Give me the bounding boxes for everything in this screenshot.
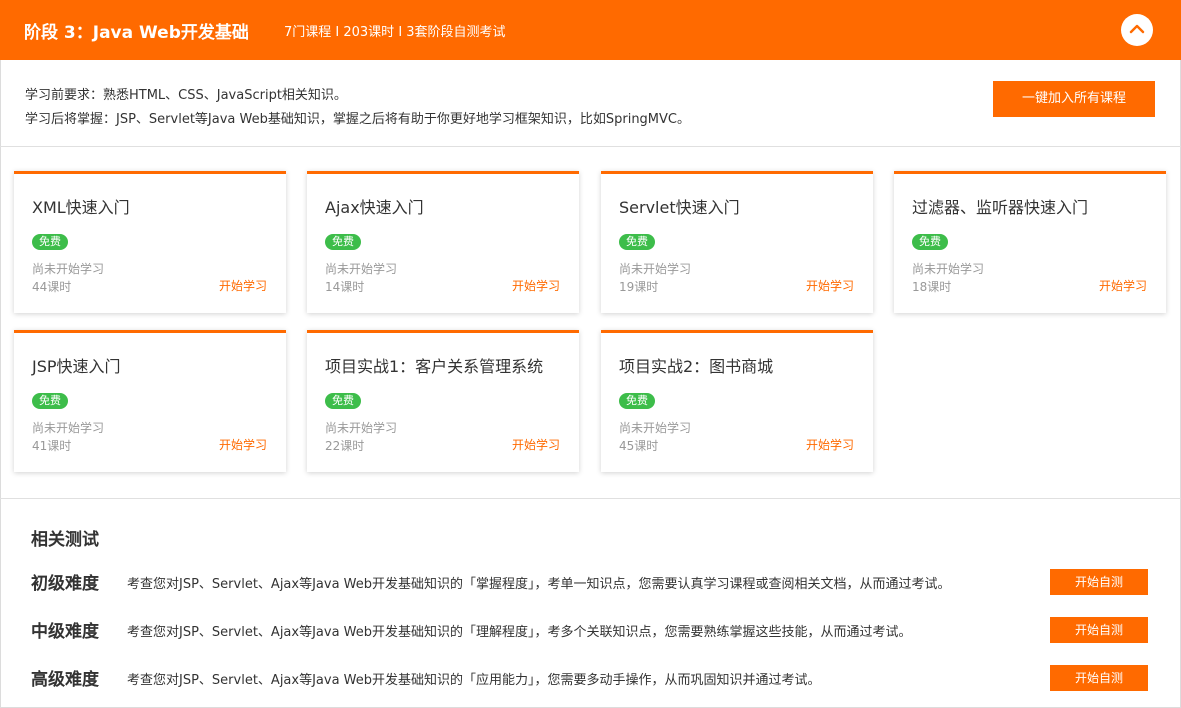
course-card[interactable]: Servlet快速入门 免费 尚未开始学习 19课时 开始学习 xyxy=(601,171,873,313)
course-card[interactable]: Ajax快速入门 免费 尚未开始学习 14课时 开始学习 xyxy=(307,171,579,313)
start-self-test-button[interactable]: 开始自测 xyxy=(1050,617,1148,643)
course-title[interactable]: XML快速入门 xyxy=(32,194,130,218)
course-hours: 41课时 xyxy=(32,439,72,453)
free-badge: 免费 xyxy=(912,234,948,250)
test-level: 初级难度 xyxy=(31,574,99,594)
tests-heading: 相关测试 xyxy=(31,530,99,550)
start-learning-link[interactable]: 开始学习 xyxy=(219,277,267,294)
course-hours: 18课时 xyxy=(912,280,952,294)
course-status: 尚未开始学习 xyxy=(325,262,398,276)
course-title[interactable]: Servlet快速入门 xyxy=(619,194,740,218)
test-level: 中级难度 xyxy=(31,622,99,642)
start-learning-link[interactable]: 开始学习 xyxy=(512,277,560,294)
stage-header: 阶段 3：Java Web开发基础 7门课程 I 203课时 I 3套阶段自测考… xyxy=(0,0,1181,60)
start-learning-link[interactable]: 开始学习 xyxy=(512,436,560,453)
test-description: 考查您对JSP、Servlet、Ajax等Java Web开发基础知识的「应用能… xyxy=(127,673,821,688)
stage-intro: 学习前要求：熟悉HTML、CSS、JavaScript相关知识。 学习后将掌握：… xyxy=(0,60,1181,147)
test-row-intermediate: 中级难度 考查您对JSP、Servlet、Ajax等Java Web开发基础知识… xyxy=(0,615,1181,645)
start-self-test-button[interactable]: 开始自测 xyxy=(1050,569,1148,595)
course-card[interactable]: JSP快速入门 免费 尚未开始学习 41课时 开始学习 xyxy=(14,330,286,472)
course-title[interactable]: 项目实战1：客户关系管理系统 xyxy=(325,353,543,377)
course-title[interactable]: Ajax快速入门 xyxy=(325,194,424,218)
outcome-text: 学习后将掌握：JSP、Servlet等Java Web基础知识，掌握之后将有助于… xyxy=(25,112,690,127)
course-hours: 45课时 xyxy=(619,439,659,453)
course-status: 尚未开始学习 xyxy=(325,421,398,435)
test-description: 考查您对JSP、Servlet、Ajax等Java Web开发基础知识的「掌握程… xyxy=(127,577,951,592)
related-tests-section: 相关测试 初级难度 考查您对JSP、Servlet、Ajax等Java Web开… xyxy=(0,498,1181,708)
start-self-test-button[interactable]: 开始自测 xyxy=(1050,665,1148,691)
course-title[interactable]: 过滤器、监听器快速入门 xyxy=(912,194,1088,218)
course-card[interactable]: XML快速入门 免费 尚未开始学习 44课时 开始学习 xyxy=(14,171,286,313)
stage-summary: 7门课程 I 203课时 I 3套阶段自测考试 xyxy=(284,25,506,40)
course-status: 尚未开始学习 xyxy=(619,262,692,276)
start-learning-link[interactable]: 开始学习 xyxy=(806,436,854,453)
stage-title: 阶段 3：Java Web开发基础 xyxy=(24,23,249,43)
free-badge: 免费 xyxy=(619,234,655,250)
course-status: 尚未开始学习 xyxy=(912,262,985,276)
collapse-button[interactable] xyxy=(1121,14,1153,46)
free-badge: 免费 xyxy=(32,393,68,409)
course-card[interactable]: 项目实战2：图书商城 免费 尚未开始学习 45课时 开始学习 xyxy=(601,330,873,472)
test-level: 高级难度 xyxy=(31,670,99,690)
start-learning-link[interactable]: 开始学习 xyxy=(806,277,854,294)
course-card[interactable]: 项目实战1：客户关系管理系统 免费 尚未开始学习 22课时 开始学习 xyxy=(307,330,579,472)
course-status: 尚未开始学习 xyxy=(32,262,105,276)
join-all-courses-button[interactable]: 一键加入所有课程 xyxy=(993,81,1155,117)
start-learning-link[interactable]: 开始学习 xyxy=(219,436,267,453)
chevron-up-icon xyxy=(1129,24,1145,34)
course-hours: 22课时 xyxy=(325,439,365,453)
test-row-advanced: 高级难度 考查您对JSP、Servlet、Ajax等Java Web开发基础知识… xyxy=(0,663,1181,693)
start-learning-link[interactable]: 开始学习 xyxy=(1099,277,1147,294)
free-badge: 免费 xyxy=(325,393,361,409)
course-status: 尚未开始学习 xyxy=(619,421,692,435)
course-hours: 14课时 xyxy=(325,280,365,294)
course-hours: 19课时 xyxy=(619,280,659,294)
free-badge: 免费 xyxy=(325,234,361,250)
course-title[interactable]: JSP快速入门 xyxy=(32,353,121,377)
prerequisite-text: 学习前要求：熟悉HTML、CSS、JavaScript相关知识。 xyxy=(25,88,347,103)
course-card[interactable]: 过滤器、监听器快速入门 免费 尚未开始学习 18课时 开始学习 xyxy=(894,171,1166,313)
course-hours: 44课时 xyxy=(32,280,72,294)
course-title[interactable]: 项目实战2：图书商城 xyxy=(619,353,773,377)
course-status: 尚未开始学习 xyxy=(32,421,105,435)
free-badge: 免费 xyxy=(619,393,655,409)
test-description: 考查您对JSP、Servlet、Ajax等Java Web开发基础知识的「理解程… xyxy=(127,625,912,640)
test-row-beginner: 初级难度 考查您对JSP、Servlet、Ajax等Java Web开发基础知识… xyxy=(0,567,1181,597)
free-badge: 免费 xyxy=(32,234,68,250)
